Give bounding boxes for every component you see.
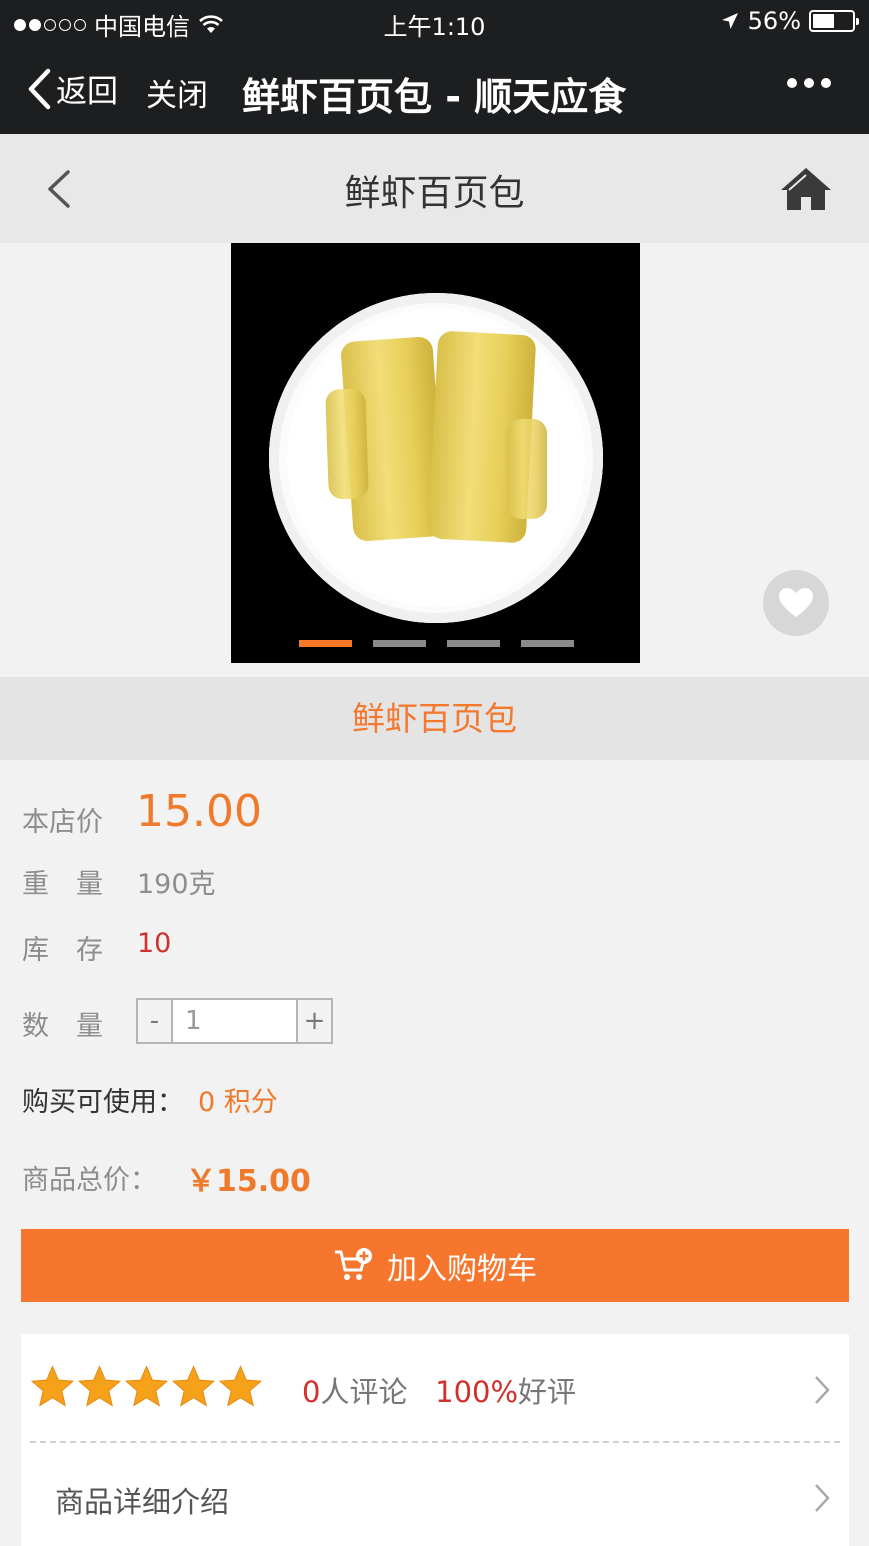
product-stock: 10 <box>137 928 172 959</box>
window-title: 鲜虾百页包 - 顺天应食 <box>242 75 627 119</box>
chevron-right-icon[interactable] <box>813 1482 831 1514</box>
battery-icon <box>809 10 859 32</box>
back-label: 返回 <box>56 74 118 110</box>
gallery-dot[interactable] <box>521 640 574 647</box>
product-name-bar: 鲜虾百页包 <box>0 677 869 760</box>
star-icon <box>172 1365 215 1407</box>
divider <box>30 1441 840 1443</box>
total-price: ￥15.00 <box>186 1164 311 1199</box>
home-icon <box>781 168 831 210</box>
review-count: 0 <box>302 1375 321 1409</box>
page-title: 鲜虾百页包 <box>344 173 525 214</box>
chevron-left-icon <box>28 68 51 109</box>
gallery-pagination[interactable] <box>299 640 574 647</box>
location-arrow-icon <box>721 13 738 29</box>
page-header: 鲜虾百页包 <box>0 134 869 243</box>
food-roll-edge <box>507 419 547 519</box>
battery-percent: 56% <box>747 7 801 35</box>
home-button[interactable] <box>779 166 833 216</box>
add-to-cart-button[interactable]: 加入购物车 <box>21 1229 849 1302</box>
quantity-stepper: - 1 + <box>136 998 333 1044</box>
positive-rate-suffix: 好评 <box>518 1375 577 1409</box>
chevron-right-icon[interactable] <box>813 1374 831 1406</box>
star-icon <box>125 1365 168 1407</box>
product-photo[interactable] <box>231 243 640 663</box>
product-price: 15.00 <box>136 786 262 837</box>
plate-image <box>269 293 603 623</box>
review-summary[interactable]: 0人评论 100%好评 <box>302 1369 576 1411</box>
product-details-link[interactable]: 商品详细介绍 <box>55 1479 229 1521</box>
status-right: 56% <box>720 7 859 35</box>
more-dot-icon <box>787 78 797 88</box>
product-extra-card: 0人评论 100%好评 商品详细介绍 <box>21 1334 849 1546</box>
stock-label: 库 存 <box>22 935 103 966</box>
star-icon <box>31 1365 74 1407</box>
rating-stars <box>31 1365 262 1407</box>
back-button[interactable]: 返回 <box>26 66 118 111</box>
total-label: 商品总价： <box>22 1165 157 1196</box>
quantity-label: 数 量 <box>22 1011 103 1042</box>
price-label: 本店价 <box>22 807 103 838</box>
wechat-nav-bar: 返回 关闭 鲜虾百页包 - 顺天应食 <box>0 44 869 134</box>
battery-level-fill <box>813 14 834 28</box>
positive-rate: 100% <box>435 1375 519 1409</box>
gallery-dot[interactable] <box>447 640 500 647</box>
food-roll-back <box>325 388 369 500</box>
product-weight: 190克 <box>137 869 216 900</box>
quantity-increase-button[interactable]: + <box>298 1000 331 1042</box>
heart-icon <box>779 588 813 617</box>
points-label: 购买可使用： <box>22 1087 184 1118</box>
product-gallery[interactable] <box>0 243 869 676</box>
gallery-dot[interactable] <box>373 640 426 647</box>
status-bar: 中国电信 上午1:10 56% <box>0 0 869 44</box>
weight-label: 重 量 <box>22 869 103 900</box>
cart-plus-icon <box>335 1247 372 1280</box>
more-dot-icon <box>821 78 831 88</box>
star-icon <box>78 1365 121 1407</box>
more-dot-icon <box>804 78 814 88</box>
close-button[interactable]: 关闭 <box>146 70 208 115</box>
favorite-button[interactable] <box>763 570 829 636</box>
quantity-decrease-button[interactable]: - <box>138 1000 171 1042</box>
gallery-dot[interactable] <box>299 640 352 647</box>
add-to-cart-label: 加入购物车 <box>387 1251 537 1287</box>
quantity-input[interactable]: 1 <box>171 1000 298 1042</box>
review-count-suffix: 人评论 <box>320 1375 408 1409</box>
star-icon <box>219 1365 262 1407</box>
more-options-button[interactable] <box>787 78 831 88</box>
points-value: 0 积分 <box>198 1087 278 1118</box>
